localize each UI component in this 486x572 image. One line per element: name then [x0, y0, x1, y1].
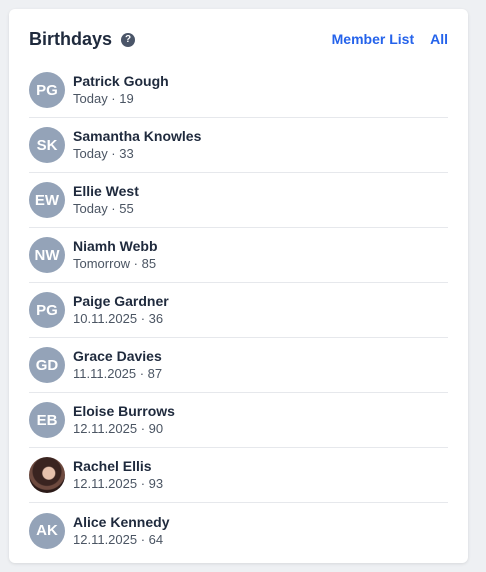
birthday-meta: Today · 55: [73, 201, 134, 216]
card-title: Birthdays: [29, 28, 113, 49]
avatar: NW: [29, 237, 65, 273]
avatar: EB: [29, 402, 65, 438]
birthday-row[interactable]: EB Eloise Burrows 12.11.2025 · 90: [29, 393, 448, 448]
card-header: Birthdays ? Member List All: [29, 27, 448, 51]
member-name: Ellie West: [73, 183, 139, 199]
avatar: AK: [29, 512, 65, 549]
birthday-meta: 12.11.2025 · 64: [73, 531, 164, 547]
birthday-meta: 12.11.2025 · 93: [73, 476, 164, 491]
all-link[interactable]: All: [430, 31, 448, 47]
birthday-meta: 11.11.2025 · 87: [73, 366, 163, 381]
member-name: Samantha Knowles: [73, 128, 202, 144]
birthdays-card: Birthdays ? Member List All PG Patrick G…: [9, 9, 468, 563]
member-name: Niamh Webb: [73, 238, 158, 254]
birthday-meta: Today · 19: [73, 91, 134, 106]
member-name: Alice Kennedy: [73, 513, 170, 530]
avatar: GD: [29, 347, 65, 383]
help-circle-icon[interactable]: ?: [121, 32, 136, 47]
member-name: Paige Gardner: [73, 293, 169, 309]
birthday-meta: Tomorrow · 85: [73, 256, 157, 271]
birthday-row[interactable]: NW Niamh Webb Tomorrow · 85: [29, 228, 448, 283]
birthday-list: PG Patrick Gough Today · 19 SK Samantha …: [29, 63, 448, 558]
member-name: Rachel Ellis: [73, 458, 152, 474]
birthday-row[interactable]: PG Patrick Gough Today · 19: [29, 63, 448, 118]
birthday-meta: 10.11.2025 · 36: [73, 311, 164, 326]
avatar: SK: [29, 127, 65, 163]
member-name: Patrick Gough: [73, 73, 169, 89]
member-name: Grace Davies: [73, 348, 162, 364]
birthday-meta: 12.11.2025 · 90: [73, 421, 164, 436]
avatar: PG: [29, 292, 65, 328]
birthday-row[interactable]: PG Paige Gardner 10.11.2025 · 36: [29, 283, 448, 338]
birthday-row[interactable]: Rachel Ellis 12.11.2025 · 93: [29, 448, 448, 503]
birthday-row[interactable]: SK Samantha Knowles Today · 33: [29, 118, 448, 173]
avatar: PG: [29, 72, 65, 108]
birthday-row[interactable]: AK Alice Kennedy 12.11.2025 · 64: [29, 503, 448, 558]
birthday-meta: Today · 33: [73, 146, 134, 161]
member-list-link[interactable]: Member List: [332, 31, 414, 47]
birthday-row[interactable]: GD Grace Davies 11.11.2025 · 87: [29, 338, 448, 393]
member-name: Eloise Burrows: [73, 403, 175, 419]
avatar: EW: [29, 182, 65, 218]
avatar-photo: [29, 457, 65, 493]
birthday-row[interactable]: EW Ellie West Today · 55: [29, 173, 448, 228]
